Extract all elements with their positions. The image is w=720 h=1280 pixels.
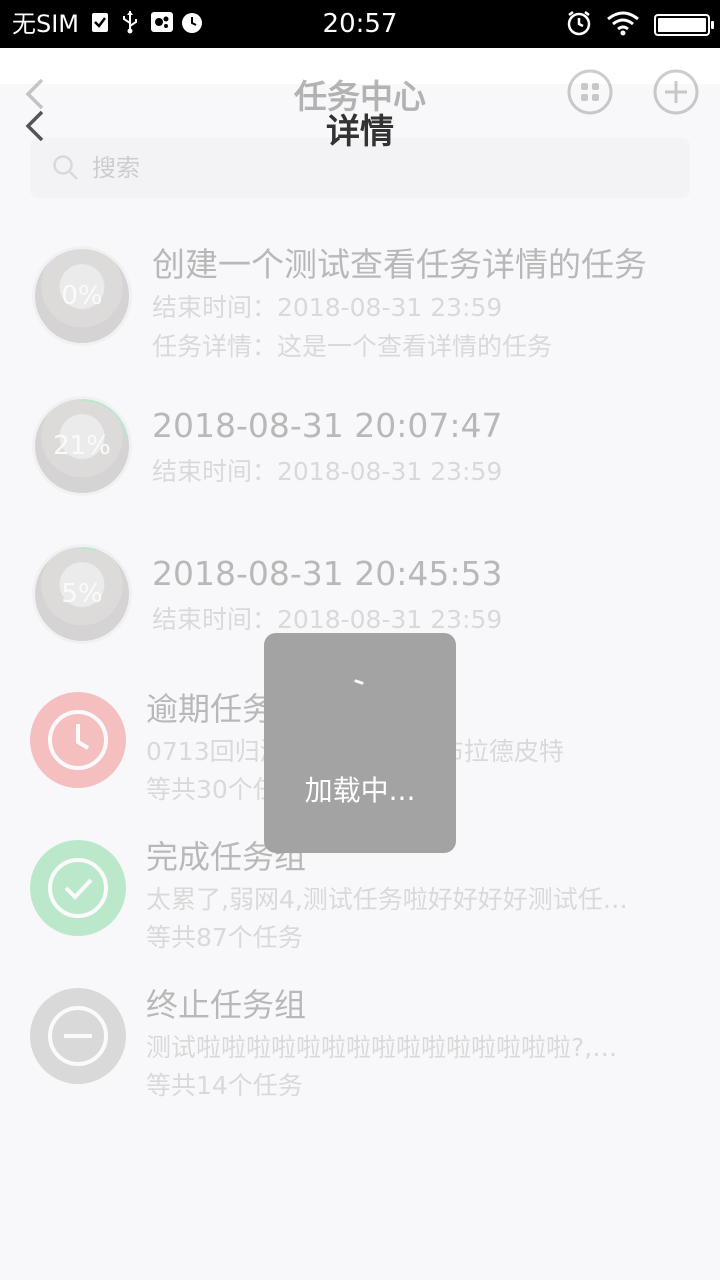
task-end-time: 结束时间：2018-08-31 23:59 (152, 293, 503, 322)
search-icon (53, 155, 78, 180)
group-count: 等共14个任务 (146, 1071, 303, 1100)
system-icons (566, 10, 714, 40)
battery-icon (654, 14, 714, 36)
task-progress-label: 21% (53, 431, 111, 461)
group-count: 等共87个任务 (146, 923, 303, 952)
status-bar: 无SIM 20:57 (0, 0, 720, 48)
loading-text: 加载中... (304, 774, 416, 807)
task-title: 创建一个测试查看任务详情的任务 (152, 245, 647, 284)
check-icon (30, 840, 126, 936)
task-avatar: 5% (32, 544, 132, 644)
group-subtitle: 测试啦啦啦啦啦啦啦啦啦啦啦啦啦啦啦?,… (146, 1033, 618, 1062)
alarm-icon (566, 10, 592, 40)
group-row-terminated[interactable]: 终止任务组 测试啦啦啦啦啦啦啦啦啦啦啦啦啦啦啦?,… 等共14个任务 (0, 980, 720, 1100)
task-end-time: 结束时间：2018-08-31 23:59 (152, 605, 503, 634)
spinner-icon (354, 679, 364, 685)
clock-icon (30, 692, 126, 788)
task-title: 2018-08-31 20:45:53 (152, 554, 503, 593)
task-detail: 任务详情：这是一个查看详情的任务 (152, 332, 553, 361)
group-subtitle: 太累了,弱网4,测试任务啦好好好好测试任… (146, 885, 628, 914)
minus-icon (30, 988, 126, 1084)
group-title: 终止任务组 (146, 986, 307, 1024)
task-progress-label: 0% (61, 281, 103, 311)
page-title: 详情 (326, 112, 394, 152)
task-progress-label: 5% (61, 579, 103, 609)
task-row[interactable]: 0% 创建一个测试查看任务详情的任务 结束时间：2018-08-31 23:59… (0, 238, 720, 368)
task-avatar: 0% (32, 246, 132, 346)
loading-toast: 加载中... (264, 633, 456, 853)
task-end-time: 结束时间：2018-08-31 23:59 (152, 457, 503, 486)
task-title: 2018-08-31 20:07:47 (152, 406, 503, 445)
wifi-icon (606, 10, 640, 40)
task-row[interactable]: 21% 2018-08-31 20:07:47 结束时间：2018-08-31 … (0, 396, 720, 516)
task-avatar: 21% (32, 396, 132, 496)
